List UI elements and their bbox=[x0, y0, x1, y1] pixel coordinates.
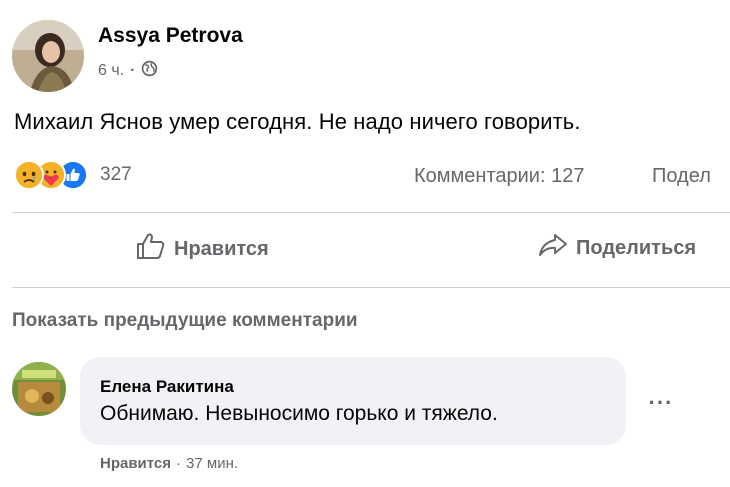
comment-time[interactable]: 37 мин. bbox=[186, 455, 238, 472]
shares-count[interactable]: Подел bbox=[652, 165, 711, 188]
avatar-photo bbox=[12, 20, 84, 92]
comment-meta-separator: · bbox=[176, 455, 182, 472]
like-button-label: Нравится bbox=[174, 237, 269, 260]
divider-bottom bbox=[12, 287, 730, 288]
show-previous-comments-link[interactable]: Показать предыдущие комментарии bbox=[12, 310, 358, 332]
globe-icon[interactable] bbox=[141, 60, 158, 82]
reaction-count[interactable]: 327 bbox=[100, 164, 132, 186]
share-arrow-icon bbox=[538, 232, 568, 264]
commenter-avatar[interactable] bbox=[12, 362, 66, 416]
post-meta: 6 ч. · bbox=[98, 60, 158, 82]
author-name[interactable]: Assya Petrova bbox=[98, 24, 243, 48]
ellipsis-icon[interactable]: ··· bbox=[646, 388, 676, 418]
comment-bubble bbox=[80, 357, 626, 445]
author-avatar[interactable] bbox=[12, 20, 84, 92]
reactions-summary[interactable]: 327 bbox=[14, 160, 132, 190]
share-button-label: Поделиться bbox=[576, 236, 697, 259]
post-time[interactable]: 6 ч. bbox=[98, 62, 124, 80]
thumbs-up-icon bbox=[136, 232, 166, 266]
post-text: Михаил Яснов умер сегодня. Не надо ничег… bbox=[14, 109, 581, 134]
comment-text: Обнимаю. Невыносимо горько и тяжело. bbox=[100, 402, 498, 425]
like-button[interactable]: Нравится bbox=[136, 232, 269, 266]
comment-meta: Нравится · 37 мин. bbox=[100, 455, 238, 472]
comment-author[interactable]: Елена Ракитина bbox=[100, 377, 234, 397]
sad-reaction-icon bbox=[14, 160, 44, 190]
divider-top bbox=[12, 212, 730, 213]
meta-separator: · bbox=[130, 62, 136, 79]
comment-like-link[interactable]: Нравится bbox=[100, 455, 171, 472]
share-button[interactable]: Поделиться bbox=[538, 232, 696, 264]
comments-count[interactable]: Комментарии: 127 bbox=[414, 165, 584, 188]
commenter-avatar-photo bbox=[12, 362, 66, 416]
